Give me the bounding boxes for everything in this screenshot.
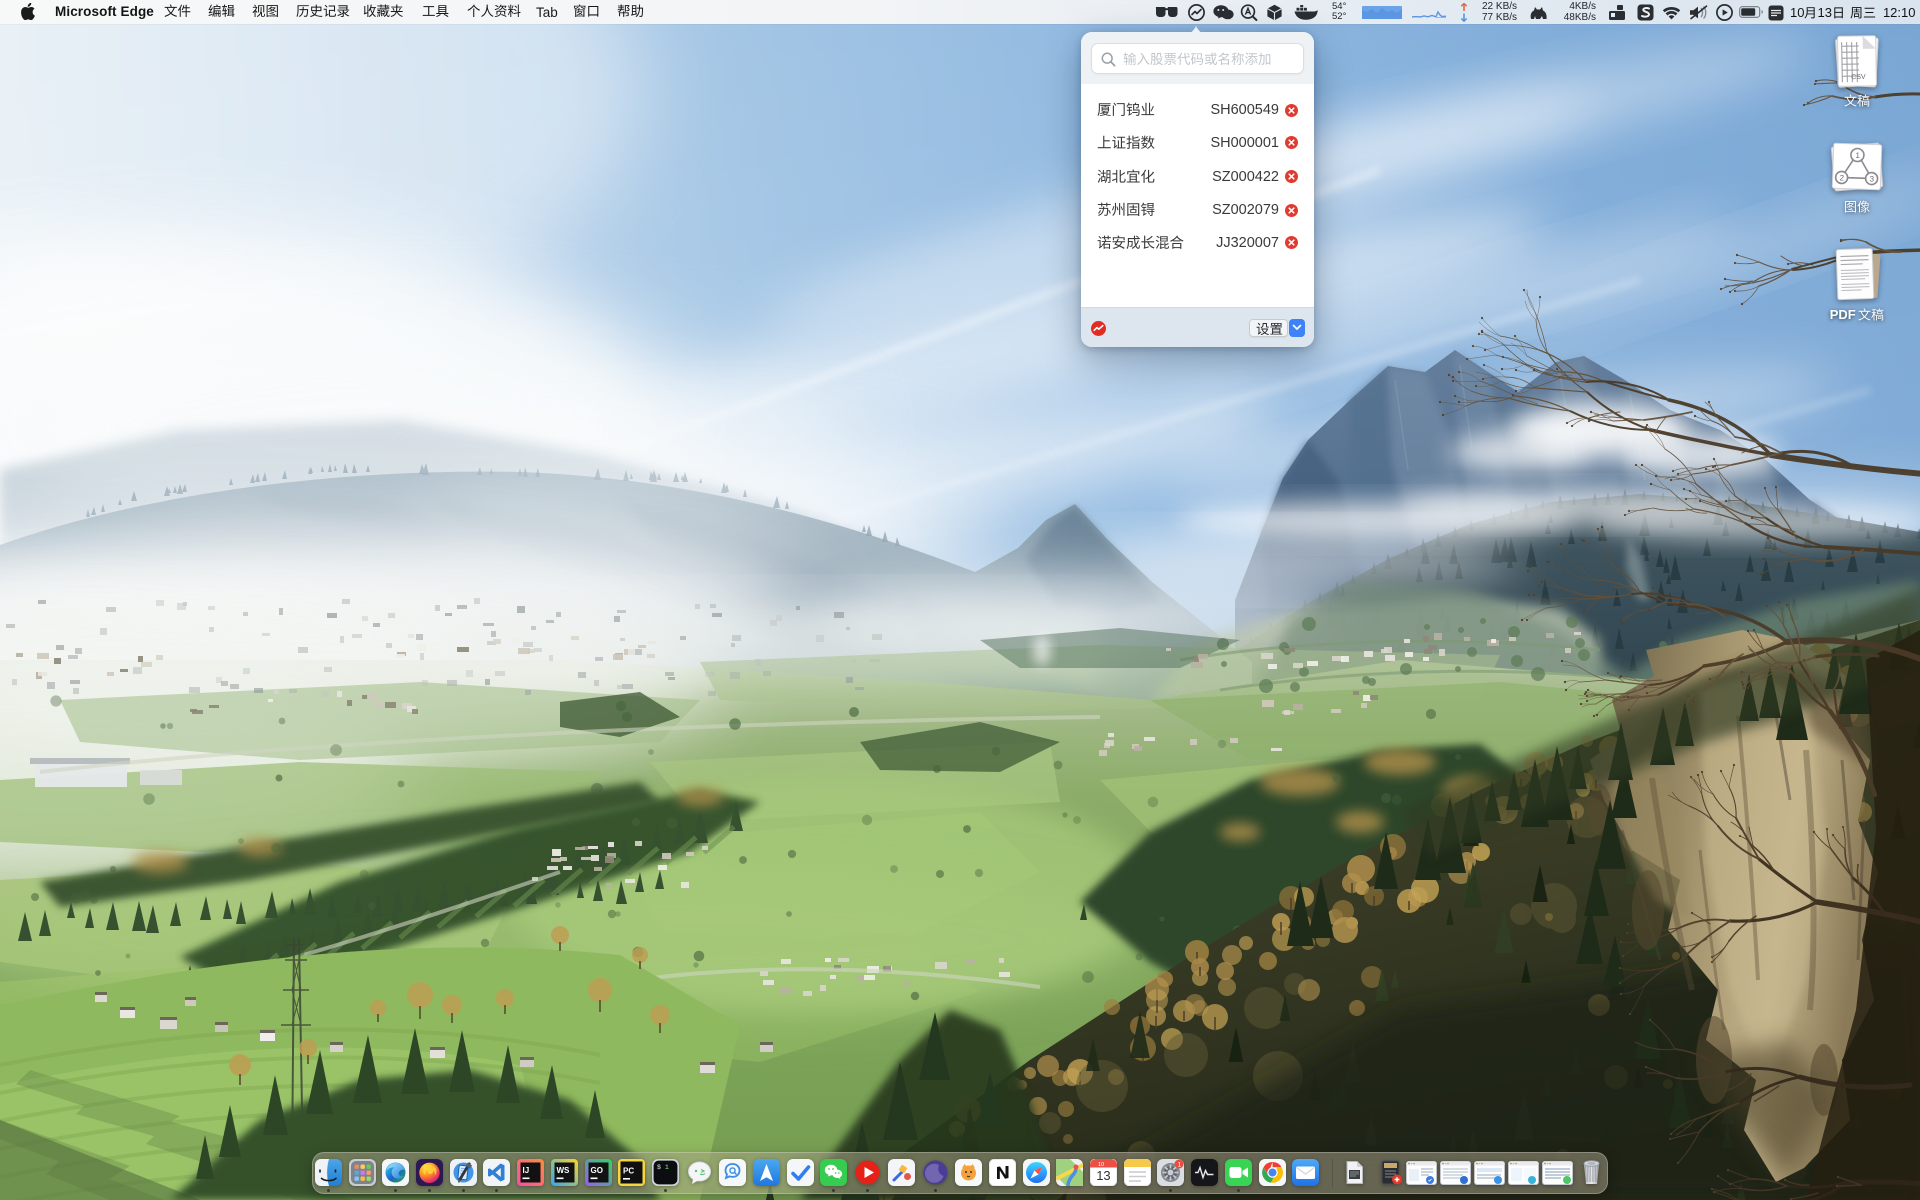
svg-text:1: 1 — [1178, 1161, 1182, 1168]
svg-text:WS: WS — [556, 1166, 570, 1175]
svg-text:10: 10 — [1098, 1162, 1104, 1168]
svg-text:PC: PC — [623, 1167, 634, 1176]
svg-text:13: 13 — [1096, 1168, 1110, 1183]
svg-text:$ 1: $ 1 — [657, 1164, 669, 1171]
svg-text:CSV: CSV — [1851, 74, 1866, 81]
svg-text:GO: GO — [590, 1166, 602, 1175]
svg-text:IJ: IJ — [523, 1166, 530, 1175]
